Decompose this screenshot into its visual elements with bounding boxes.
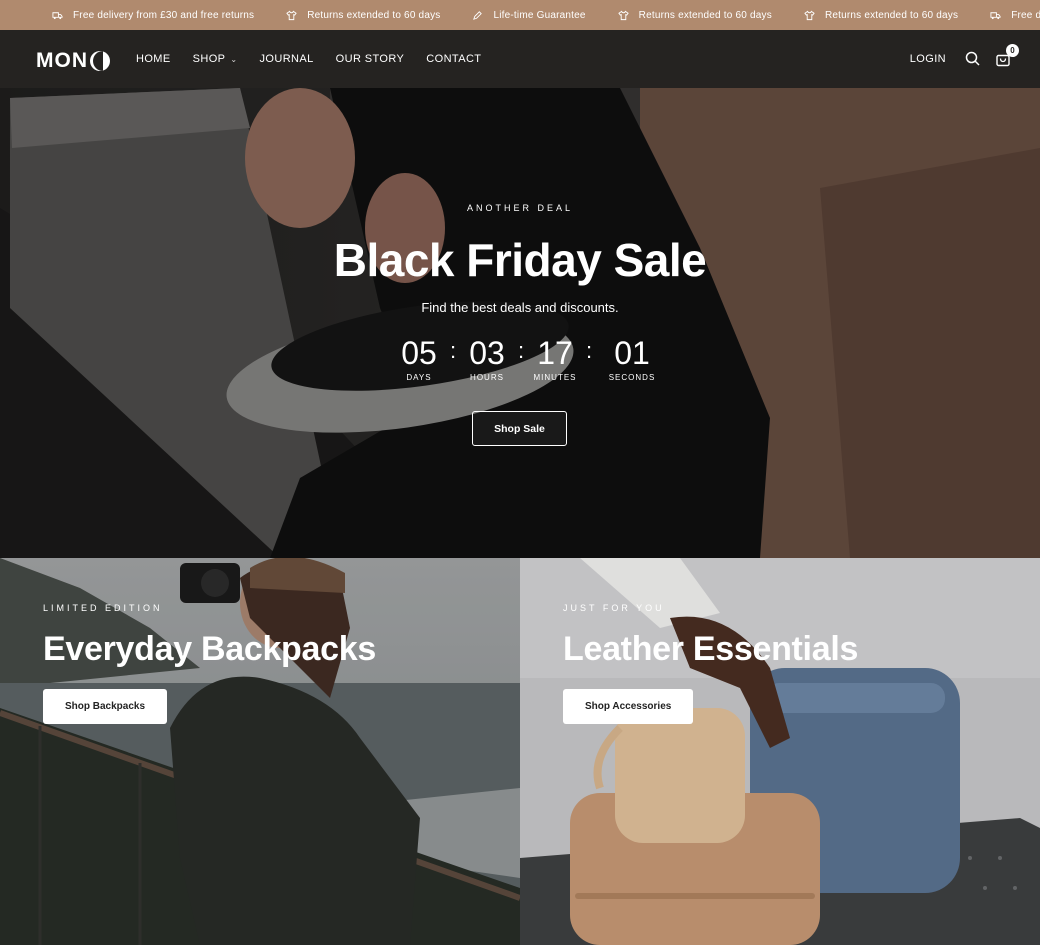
leather-background-image [520, 558, 1040, 945]
main-nav: HOME SHOP ⌄ JOURNAL OUR STORY CONTACT [136, 53, 503, 65]
countdown-days-value: 05 [401, 335, 437, 371]
hero-content: ANOTHER DEAL Black Friday Sale Find the … [0, 88, 1040, 558]
promo-tile-backpacks[interactable]: LIMITED EDITION Everyday Backpacks Shop … [0, 558, 520, 945]
announcement-text: Free delivery [1011, 9, 1040, 21]
nav-label: HOME [136, 53, 171, 65]
nav-shop[interactable]: SHOP ⌄ [193, 53, 238, 65]
nav-contact[interactable]: CONTACT [426, 53, 481, 65]
nav-journal[interactable]: JOURNAL [260, 53, 314, 65]
hero-banner: ANOTHER DEAL Black Friday Sale Find the … [0, 88, 1040, 558]
shop-sale-button[interactable]: Shop Sale [472, 411, 567, 446]
hero-eyebrow: ANOTHER DEAL [466, 203, 573, 213]
nav-label: OUR STORY [335, 53, 405, 65]
shop-accessories-button[interactable]: Shop Accessories [563, 689, 694, 724]
nav-home[interactable]: HOME [136, 53, 171, 65]
announcement-bar: Free delivery from £30 and free returns … [0, 0, 1040, 30]
pen-icon [473, 10, 483, 20]
announcement-text: Free delivery from £30 and free returns [73, 9, 255, 21]
announcement-item: Life-time Guarantee [472, 10, 585, 21]
search-icon[interactable] [964, 50, 982, 68]
announcement-track: Free delivery from £30 and free returns … [52, 0, 1040, 30]
announcement-item: Free delivery from £30 and free returns [52, 10, 254, 21]
login-link[interactable]: LOGIN [910, 53, 946, 65]
nav-label: JOURNAL [259, 53, 314, 65]
shirt-icon [804, 10, 815, 20]
announcement-item: Returns extended to 60 days [286, 10, 440, 21]
nav-label: CONTACT [426, 53, 482, 65]
promo-tile-leather[interactable]: JUST FOR YOU Leather Essentials Shop Acc… [520, 558, 1040, 945]
cart-count-badge: 0 [1006, 44, 1019, 57]
logo[interactable]: MON [36, 49, 110, 73]
truck-icon [52, 11, 63, 19]
nav-label: SHOP [192, 53, 226, 65]
countdown-minutes: 17 MINUTES [529, 336, 581, 382]
countdown-hours-label: HOURS [470, 373, 504, 382]
header-actions: LOGIN 0 [910, 44, 1019, 68]
cart-icon[interactable]: 0 [994, 44, 1019, 68]
countdown-seconds-value: 01 [614, 335, 650, 371]
announcement-text: Returns extended to 60 days [638, 9, 772, 21]
countdown-seconds: 01 SECONDS [597, 336, 667, 382]
logo-mark-icon [90, 51, 110, 71]
site-header: MON HOME SHOP ⌄ JOURNAL OUR STORY CONTACT… [0, 30, 1040, 88]
countdown-timer: 05 DAYS : 03 HOURS : 17 MINUTES : 01 SEC… [393, 336, 667, 382]
countdown-minutes-value: 17 [537, 335, 573, 371]
countdown-seconds-label: SECONDS [608, 373, 656, 382]
shirt-icon [617, 10, 629, 20]
backpacks-background-image [0, 558, 520, 945]
announcement-item: Returns extended to 60 days [617, 9, 772, 21]
nav-our-story[interactable]: OUR STORY [336, 53, 405, 65]
countdown-minutes-label: MINUTES [533, 373, 577, 382]
countdown-hours: 03 HOURS [461, 336, 513, 382]
hero-title: Black Friday Sale [333, 234, 707, 286]
countdown-separator: : [449, 338, 457, 363]
announcement-item: Free delivery [990, 10, 1040, 21]
shirt-icon [286, 10, 297, 20]
tile-title: Everyday Backpacks [43, 630, 376, 668]
tile-title: Leather Essentials [563, 630, 859, 668]
tile-eyebrow: JUST FOR YOU [563, 603, 665, 613]
logo-text: MON [36, 49, 88, 72]
truck-icon [990, 11, 1001, 19]
shop-backpacks-button[interactable]: Shop Backpacks [43, 689, 168, 724]
announcement-text: Returns extended to 60 days [307, 9, 441, 21]
chevron-down-icon: ⌄ [230, 54, 238, 64]
announcement-text: Life-time Guarantee [493, 9, 586, 21]
announcement-text: Returns extended to 60 days [824, 9, 959, 21]
tile-eyebrow: LIMITED EDITION [43, 603, 163, 613]
announcement-item: Returns extended to 60 days [804, 10, 958, 21]
countdown-separator: : [585, 338, 593, 363]
countdown-days: 05 DAYS [393, 336, 445, 382]
hero-subtitle: Find the best deals and discounts. [421, 300, 619, 315]
countdown-separator: : [517, 338, 525, 363]
countdown-hours-value: 03 [469, 335, 505, 371]
countdown-days-label: DAYS [406, 373, 432, 382]
